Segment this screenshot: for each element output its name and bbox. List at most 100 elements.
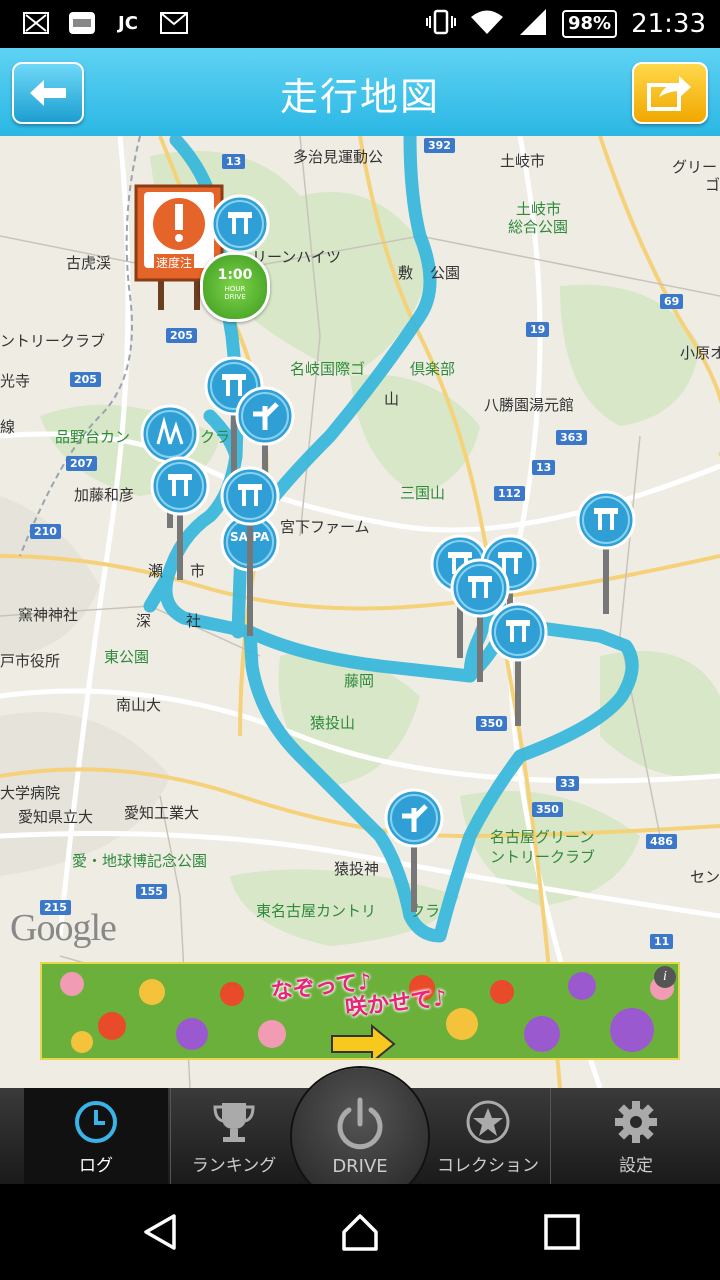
- highway-sign-icon: [576, 490, 636, 614]
- highway-sign-icon: [220, 466, 280, 590]
- road-shield: 13: [222, 154, 246, 169]
- map-label: 猿投神: [334, 860, 380, 878]
- gear-icon: [615, 1101, 657, 1143]
- back-nav-icon[interactable]: [140, 1212, 180, 1252]
- map-label: 愛・地球博記念公園: [72, 852, 208, 870]
- map-label: 線: [0, 418, 16, 436]
- map-label: 窯神神社: [18, 606, 79, 624]
- gmail-icon: [160, 10, 188, 36]
- road-shield: 207: [66, 456, 97, 471]
- map-label: 愛知工業大: [124, 804, 200, 822]
- page-title: 走行地図: [279, 75, 440, 119]
- route-pin[interactable]: [576, 490, 636, 620]
- map-label: 八勝園湯元館: [484, 396, 575, 414]
- map-label: 加藤和彦: [74, 486, 135, 504]
- map-label: ゴ: [705, 176, 720, 194]
- sim-icon: [22, 10, 50, 36]
- tab-log[interactable]: ログ: [24, 1088, 168, 1184]
- road-shield: 486: [646, 834, 677, 849]
- tab-label: 設定: [619, 1156, 653, 1176]
- vibrate-icon: [425, 9, 456, 39]
- android-nav-bar: [0, 1184, 720, 1280]
- route-pin[interactable]: [220, 466, 280, 596]
- signal-icon: [518, 8, 548, 40]
- road-shield: 155: [136, 884, 167, 899]
- ad-info-icon[interactable]: i: [654, 966, 676, 988]
- road-shield: 13: [532, 460, 556, 475]
- map-label: 東公園: [104, 648, 150, 666]
- road-shield: 363: [556, 430, 587, 445]
- map-label: 光寺: [0, 372, 31, 390]
- map-label: 深: [136, 612, 152, 630]
- map-label: 宮下ファーム: [280, 518, 370, 536]
- power-icon: [337, 1097, 383, 1149]
- map-label: 愛知県立大: [18, 808, 94, 826]
- map-label: 古虎渓: [66, 254, 112, 272]
- google-attribution: Google: [10, 907, 117, 949]
- status-bar: JC 98% 21:33: [0, 0, 720, 48]
- tab-label: ランキング: [191, 1156, 277, 1176]
- drive-map[interactable]: 多治見運動公 土岐市 グリーゴ土岐市 総合公園 古虎渓 リーンハイツ敷公園 ントリークラブ小…: [0, 136, 720, 1088]
- map-label: ントリークラブ: [0, 332, 106, 350]
- map-label: 社: [186, 612, 202, 630]
- map-label: 猿投山: [310, 714, 356, 732]
- map-label: 大学病院: [0, 784, 61, 802]
- road-shield: 205: [166, 328, 197, 343]
- badge-time: 1:00: [217, 267, 253, 283]
- wifi-icon: [470, 9, 504, 39]
- star-badge-icon: [466, 1100, 510, 1144]
- map-label: 品野台カン: [55, 428, 131, 446]
- map-label: 公園: [430, 264, 461, 282]
- route-pin[interactable]: [488, 602, 548, 732]
- app-header: 走行地図: [0, 48, 720, 136]
- map-label: 三国山: [400, 484, 446, 502]
- route-pin[interactable]: [150, 456, 210, 586]
- tab-label: ログ: [79, 1156, 113, 1176]
- road-shield: 350: [532, 802, 563, 817]
- badge-caption: HOUR DRIVE: [224, 285, 246, 301]
- map-label: 小原オ: [680, 344, 720, 362]
- battery-indicator: 98%: [561, 10, 618, 38]
- map-label: セン: [690, 868, 720, 886]
- road-shield: 19: [526, 322, 550, 337]
- road-shield: 205: [70, 372, 101, 387]
- clock-icon: [75, 1101, 117, 1143]
- highway-sign-icon: [488, 602, 548, 726]
- home-nav-icon[interactable]: [340, 1212, 380, 1252]
- tab-collection[interactable]: コレクション: [416, 1088, 560, 1184]
- road-shield: 112: [494, 486, 525, 501]
- map-label: 敷: [398, 264, 414, 282]
- map-label: 総合公園: [508, 218, 569, 236]
- map-label: 南山大: [116, 696, 162, 714]
- one-hour-drive-badge[interactable]: 1:00 HOUR DRIVE: [200, 252, 270, 322]
- road-shield: 69: [660, 294, 684, 309]
- map-label: 戸市役所: [0, 652, 61, 670]
- junction-sign-icon: [384, 788, 444, 912]
- road-shield: 11: [650, 934, 674, 949]
- drive-label: DRIVE: [332, 1155, 388, 1177]
- map-label: 山: [384, 390, 400, 408]
- map-label: 名岐国際ゴ: [290, 360, 366, 378]
- map-label: 藤岡: [344, 672, 375, 690]
- map-label: 多治見運動公: [293, 148, 384, 166]
- tab-label: コレクション: [437, 1156, 539, 1176]
- map-label: 名古屋グリーン: [490, 828, 595, 846]
- clock: 21:33: [631, 9, 706, 39]
- carrier-app-icon: [68, 10, 96, 36]
- recents-nav-icon[interactable]: [542, 1212, 582, 1252]
- highway-sign-icon: [150, 456, 210, 580]
- route-pin[interactable]: [384, 788, 444, 918]
- trophy-icon: [213, 1103, 255, 1142]
- ad-banner[interactable]: なぞって♪ 咲かせて♪ i: [40, 962, 680, 1060]
- road-shield: 33: [556, 776, 580, 791]
- tab-settings[interactable]: 設定: [564, 1088, 708, 1184]
- share-icon: [647, 76, 691, 111]
- map-label: ントリークラブ: [490, 848, 596, 866]
- map-label: 倶楽部: [410, 360, 456, 378]
- tab-ranking[interactable]: ランキング: [162, 1088, 306, 1184]
- road-shield: 210: [30, 524, 61, 539]
- share-button[interactable]: [632, 62, 708, 124]
- jc-icon: JC: [118, 12, 138, 34]
- map-label: 土岐市: [500, 152, 546, 170]
- speed-sign-label: 速度注: [154, 254, 195, 271]
